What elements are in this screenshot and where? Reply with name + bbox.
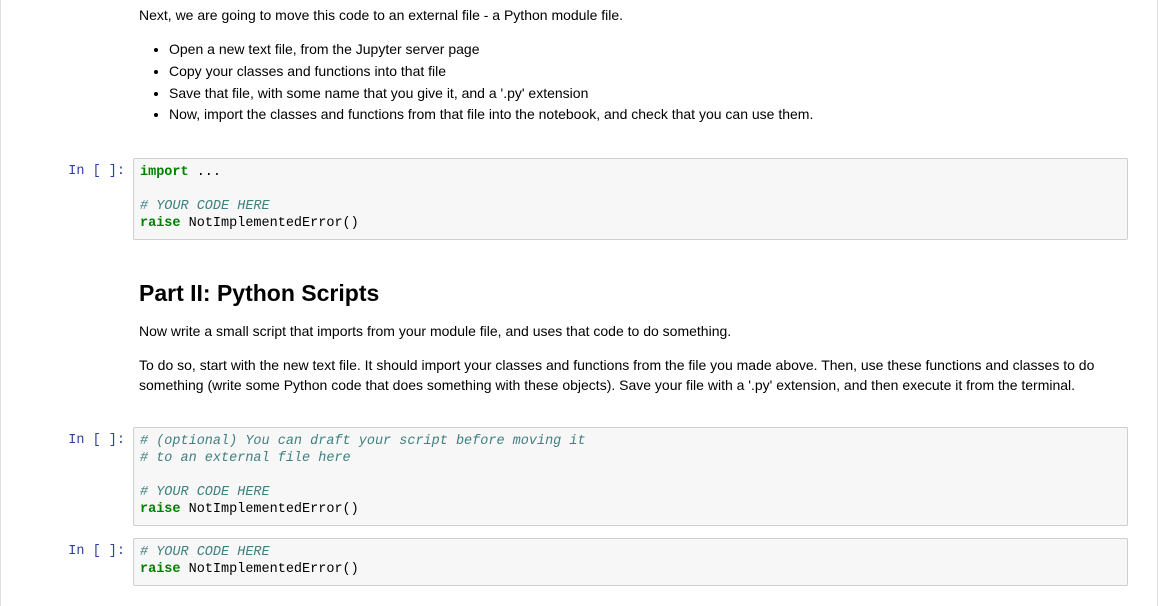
input-prompt: In [ ]: (11, 538, 133, 586)
list-item: Copy your classes and functions into tha… (169, 61, 1133, 83)
input-prompt: In [ ]: (11, 158, 133, 240)
comment: # YOUR CODE HERE (140, 545, 270, 560)
code-cell: In [ ]: # (optional) You can draft your … (11, 422, 1147, 530)
paragraph: Now write a small script that imports fr… (139, 321, 1133, 341)
instruction-list: Open a new text file, from the Jupyter s… (139, 39, 1133, 126)
comment: # YOUR CODE HERE (140, 199, 270, 214)
comment: # to an external file here (140, 451, 351, 466)
keyword: import (140, 165, 189, 180)
section-heading: Part II: Python Scripts (139, 280, 1133, 307)
list-item: Save that file, with some name that you … (169, 83, 1133, 105)
code-input-area[interactable]: # YOUR CODE HERE raise NotImplementedErr… (133, 538, 1128, 586)
code-text: NotImplementedError() (181, 216, 359, 231)
paragraph: Next, we are going to move this code to … (139, 5, 1133, 25)
notebook-container: Next, we are going to move this code to … (0, 0, 1158, 606)
paragraph: To do so, start with the new text file. … (139, 355, 1133, 396)
code-cell: In [ ]: import ... # YOUR CODE HERE rais… (11, 153, 1147, 245)
input-prompt: In [ ]: (11, 427, 133, 525)
keyword: raise (140, 216, 181, 231)
code-input-area[interactable]: # (optional) You can draft your script b… (133, 427, 1128, 525)
code-text: NotImplementedError() (181, 502, 359, 517)
comment: # YOUR CODE HERE (140, 485, 270, 500)
code-input-area[interactable]: import ... # YOUR CODE HERE raise NotImp… (133, 158, 1128, 240)
keyword: raise (140, 562, 181, 577)
keyword: raise (140, 502, 181, 517)
comment: # (optional) You can draft your script b… (140, 434, 586, 449)
list-item: Now, import the classes and functions fr… (169, 104, 1133, 126)
code-cell: In [ ]: # YOUR CODE HERE raise NotImplem… (11, 533, 1147, 591)
code-text: ... (189, 165, 221, 180)
list-item: Open a new text file, from the Jupyter s… (169, 39, 1133, 61)
markdown-cell-end: The End! (11, 593, 1147, 606)
code-text: NotImplementedError() (181, 562, 359, 577)
markdown-cell-part2: Part II: Python Scripts Now write a smal… (11, 247, 1147, 415)
markdown-cell-intro: Next, we are going to move this code to … (11, 0, 1147, 145)
